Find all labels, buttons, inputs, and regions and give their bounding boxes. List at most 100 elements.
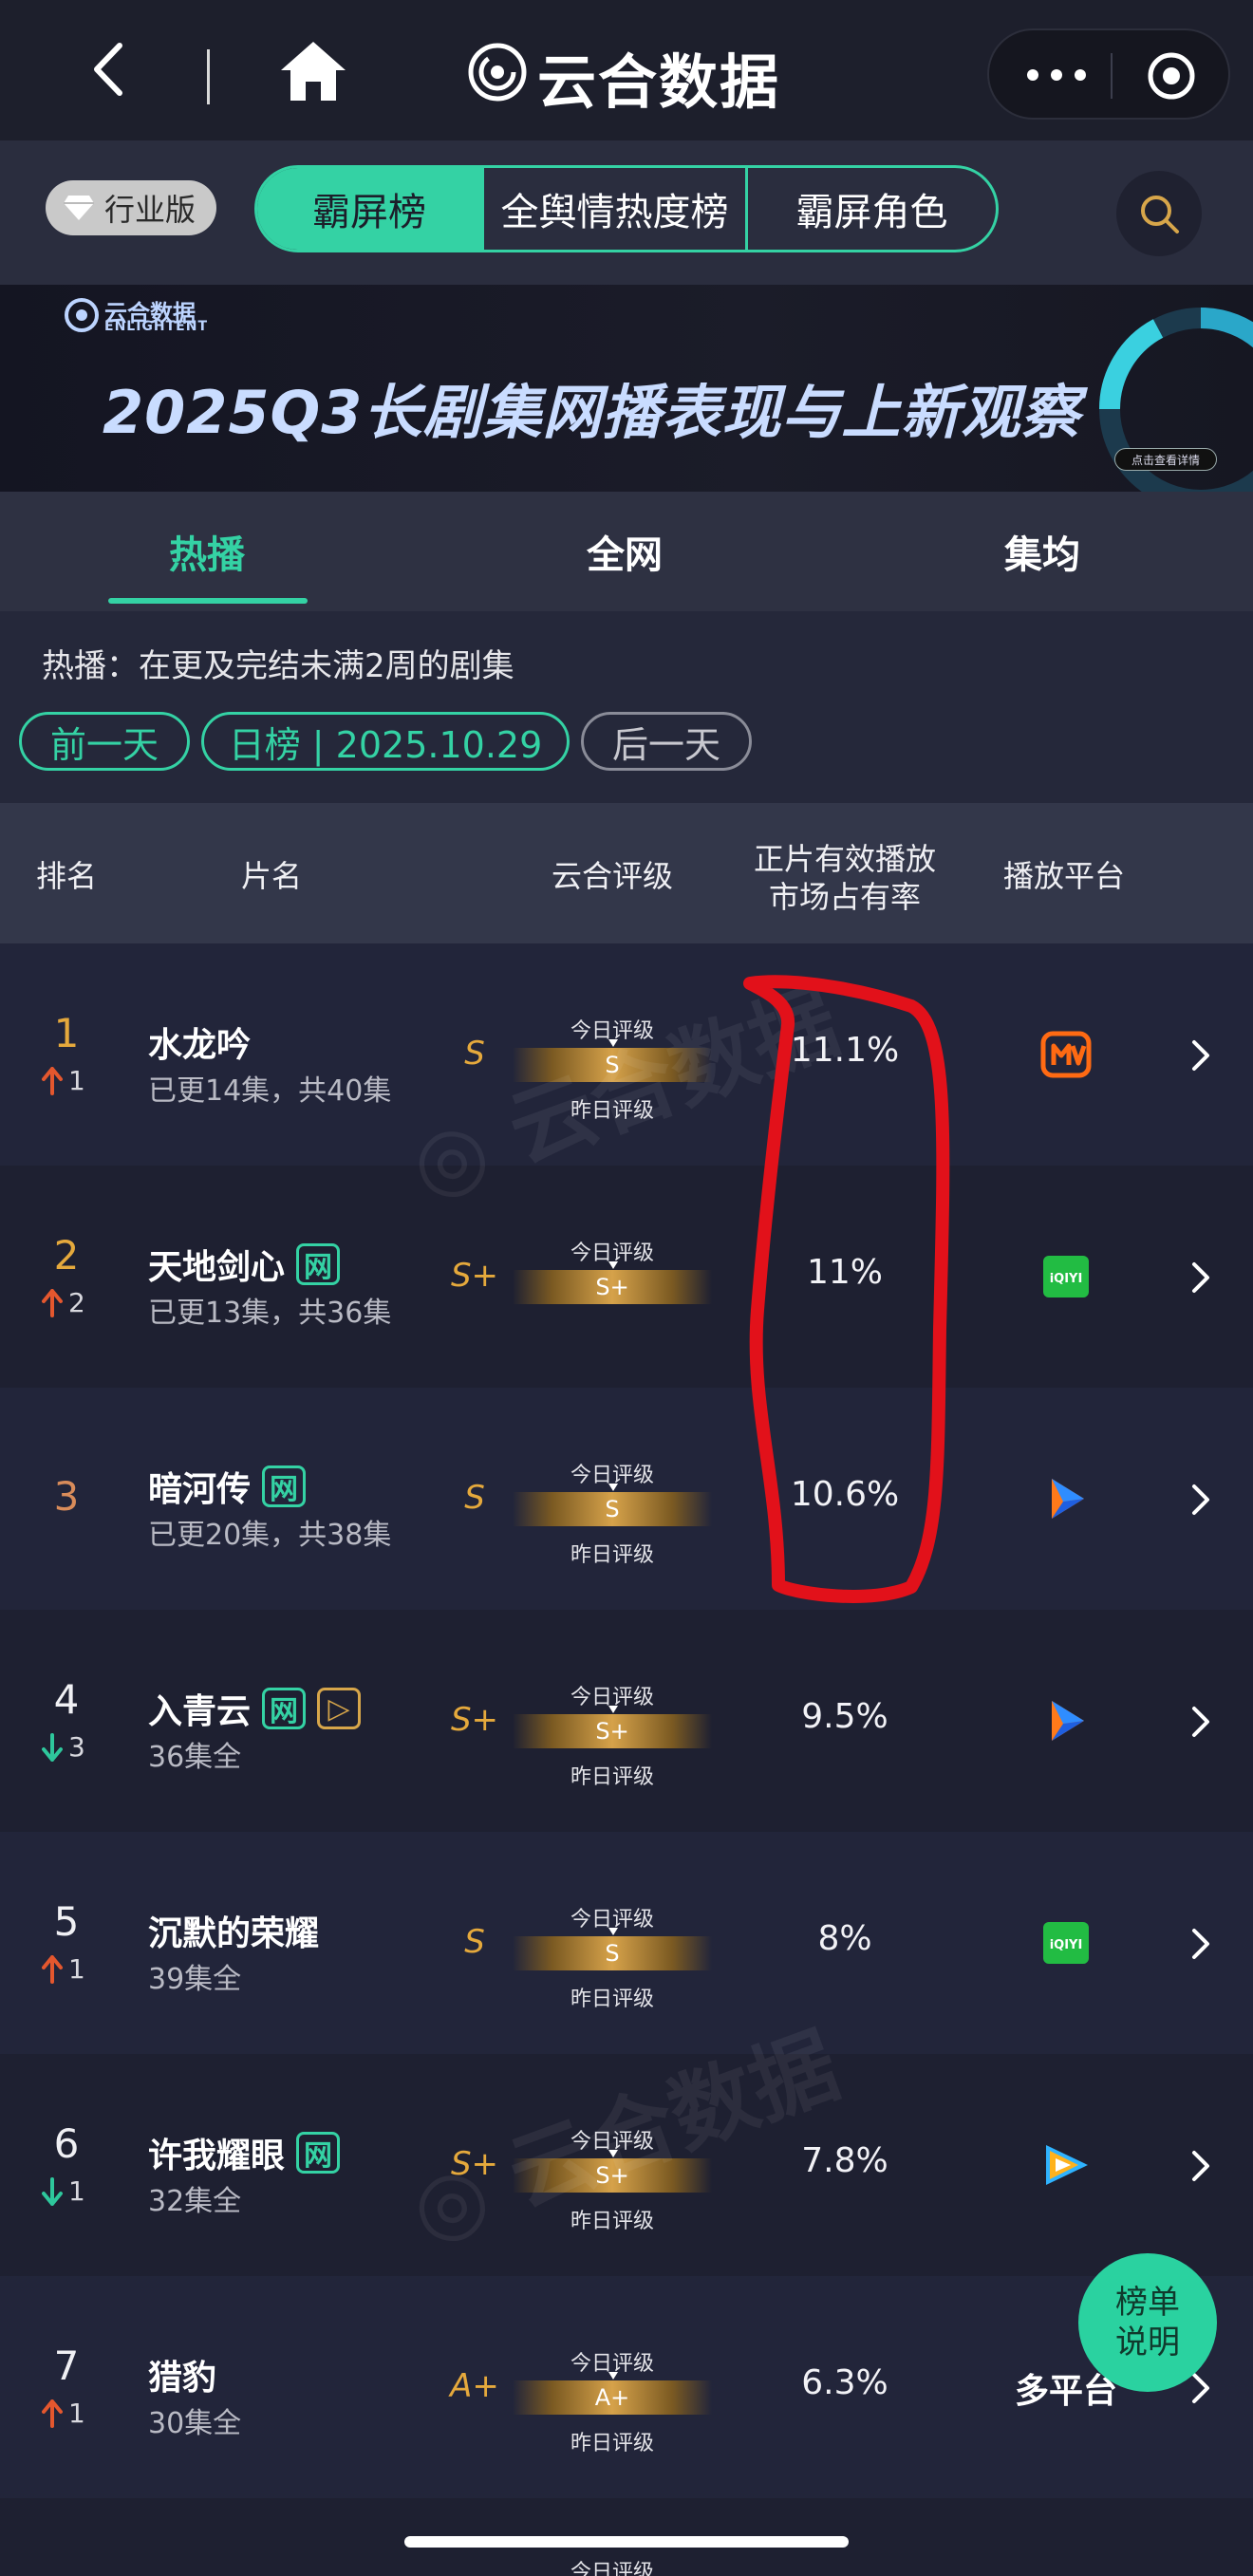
iqiyi-icon: iQIYI (1043, 1256, 1089, 1297)
next-day-button[interactable]: 后一天 (581, 712, 752, 771)
tab-hot[interactable]: 热播 (169, 524, 245, 579)
market-share: 6.3% (801, 2363, 888, 2402)
show-name: 许我耀眼 (148, 2137, 286, 2175)
banner-detail-button[interactable]: 点击查看详情 (1114, 448, 1217, 471)
rank-change: 2 (42, 1287, 118, 1318)
chevron-right-icon[interactable] (1187, 1483, 1215, 1517)
ranking-description: 热播：在更及完结未满2周的剧集 (42, 647, 514, 685)
episode-info: 已更13集，共36集 (148, 1297, 392, 1330)
market-share: 8% (817, 1919, 872, 1958)
chevron-right-icon[interactable] (1187, 1038, 1215, 1073)
back-icon[interactable] (78, 36, 144, 103)
ranking-explanation-button[interactable]: 榜单 说明 (1078, 2253, 1217, 2392)
segment-dominant-roles[interactable]: 霸屏角色 (745, 168, 996, 250)
chevron-right-icon[interactable] (1187, 1927, 1215, 1961)
miniprogram-capsule (987, 28, 1230, 120)
show-title: 沉默的荣耀 (148, 1906, 319, 1955)
arrow-down-icon (42, 1732, 63, 1762)
today-grade-label: 今日评级 (570, 2561, 654, 2576)
grade-pointer (608, 1928, 618, 1935)
episode-info: 已更14集，共40集 (148, 1074, 392, 1108)
home-icon[interactable] (277, 38, 349, 104)
close-miniprogram-icon[interactable] (1147, 51, 1196, 101)
report-banner[interactable]: 云合数据 ENLIGHTENT 2025Q3长剧集网播表现与上新观察 点击查看详… (0, 285, 1253, 492)
rank-change-value: 3 (68, 1731, 85, 1763)
arrow-up-icon (42, 2399, 63, 2428)
today-grade-bar: S+ (513, 1714, 712, 1748)
more-icon[interactable] (1023, 61, 1090, 89)
search-button[interactable] (1116, 171, 1202, 256)
web-drama-badge: 网 (296, 1243, 341, 1285)
prev-day-button[interactable]: 前一天 (19, 712, 190, 771)
yesterday-grade: S (464, 1479, 485, 1517)
table-row[interactable]: 3 暗河传网 已更20集，共38集 S 今日评级 S 昨日评级 10.6% (0, 1388, 1253, 1610)
tab-per-episode[interactable]: 集均 (1004, 524, 1080, 579)
rank-change: 1 (42, 2398, 118, 2429)
rank-number: 7 (53, 2343, 80, 2389)
diamond-icon (64, 196, 94, 220)
yesterday-grade-label: 昨日评级 (570, 1988, 654, 2011)
rank-change: 1 (42, 2175, 118, 2207)
grade-pointer (608, 1706, 618, 1713)
yesterday-grade-label: 昨日评级 (570, 1543, 654, 1567)
market-share: 7.8% (801, 2141, 888, 2180)
search-icon (1141, 196, 1179, 233)
chevron-right-icon[interactable] (1187, 1260, 1215, 1295)
segment-public-opinion[interactable]: 全舆情热度榜 (481, 168, 745, 250)
rank-change: 1 (42, 1953, 118, 1985)
table-row[interactable]: 2 2 天地剑心网 已更13集，共36集 S+ 今日评级 S+ 11% iQIY… (0, 1166, 1253, 1388)
fast-forward-badge: ▷ (317, 1688, 362, 1729)
market-share: 10.6% (790, 1475, 900, 1514)
tab-all-network[interactable]: 全网 (587, 524, 663, 579)
rank-change-value: 2 (68, 1287, 85, 1318)
chevron-right-icon[interactable] (1187, 2149, 1215, 2183)
rank-number: 2 (53, 1232, 80, 1279)
web-drama-badge: 网 (296, 2132, 341, 2174)
table-header: 排名 片名 云合评级 正片有效播放 市场占有率 播放平台 (0, 803, 1253, 943)
top-nav-bar: 云合数据 (0, 0, 1253, 140)
segment-screen-dominance[interactable]: 霸屏榜 (257, 168, 481, 250)
rank-number: 6 (53, 2120, 80, 2167)
episode-info: 已更20集，共38集 (148, 1519, 392, 1552)
show-name: 沉默的荣耀 (148, 1914, 320, 1953)
episode-info: 30集全 (148, 2407, 242, 2440)
yesterday-grade: S+ (450, 1701, 499, 1739)
youku-icon (1052, 1701, 1084, 1741)
table-row[interactable]: 5 1 沉默的荣耀 39集全 S 今日评级 S 昨日评级 8% iQIYI (0, 1832, 1253, 2054)
industry-label: 行业版 (104, 192, 196, 228)
iqiyi-icon: iQIYI (1043, 1922, 1089, 1964)
yesterday-grade-label: 昨日评级 (570, 2432, 654, 2455)
table-row[interactable]: 4 3 入青云网 ▷ 36集全 S+ 今日评级 S+ 昨日评级 9.5% (0, 1610, 1253, 1832)
ranking-type-switch: 霸屏榜 全舆情热度榜 霸屏角色 (254, 165, 999, 252)
show-title: 猎豹 (148, 2350, 216, 2399)
banner-logo-icon (65, 298, 99, 332)
rank-change: 3 (42, 1731, 118, 1763)
yesterday-grade: A+ (450, 2367, 499, 2405)
show-name: 猎豹 (148, 2359, 217, 2398)
show-title: 天地剑心网 (148, 1240, 341, 1289)
arrow-down-icon (42, 2176, 63, 2206)
show-title: 水龙吟 (148, 1017, 251, 1067)
col-share-line2: 市场占有率 (768, 879, 921, 915)
table-row[interactable]: 7 1 猎豹 30集全 A+ 今日评级 A+ 昨日评级 6.3% 多平台 (0, 2276, 1253, 2498)
market-share: 11% (806, 1253, 883, 1292)
col-rank: 排名 (35, 858, 97, 894)
date-selector[interactable]: 日榜 | 2025.10.29 (201, 712, 570, 771)
industry-edition-button[interactable]: 行业版 (46, 180, 216, 235)
today-grade-bar: A+ (513, 2380, 712, 2415)
arrow-up-icon (42, 1066, 63, 1095)
home-indicator[interactable] (404, 2536, 849, 2548)
rank-number: 3 (53, 1473, 80, 1520)
svg-text:iQIYI: iQIYI (1050, 1272, 1083, 1286)
rank-change-value: 1 (68, 1953, 85, 1985)
mango-tv-icon (1040, 1031, 1092, 1078)
rank-number: 1 (53, 1010, 80, 1056)
today-grade-bar: S+ (513, 1270, 712, 1304)
chevron-right-icon[interactable] (1187, 1705, 1215, 1739)
youku-icon (1052, 1479, 1084, 1519)
show-name: 天地剑心 (148, 1248, 286, 1287)
show-name: 暗河传 (148, 1470, 252, 1509)
grade-pointer (608, 2372, 618, 2380)
rank-change: 1 (42, 1065, 118, 1096)
today-grade-bar: S (513, 1492, 712, 1526)
